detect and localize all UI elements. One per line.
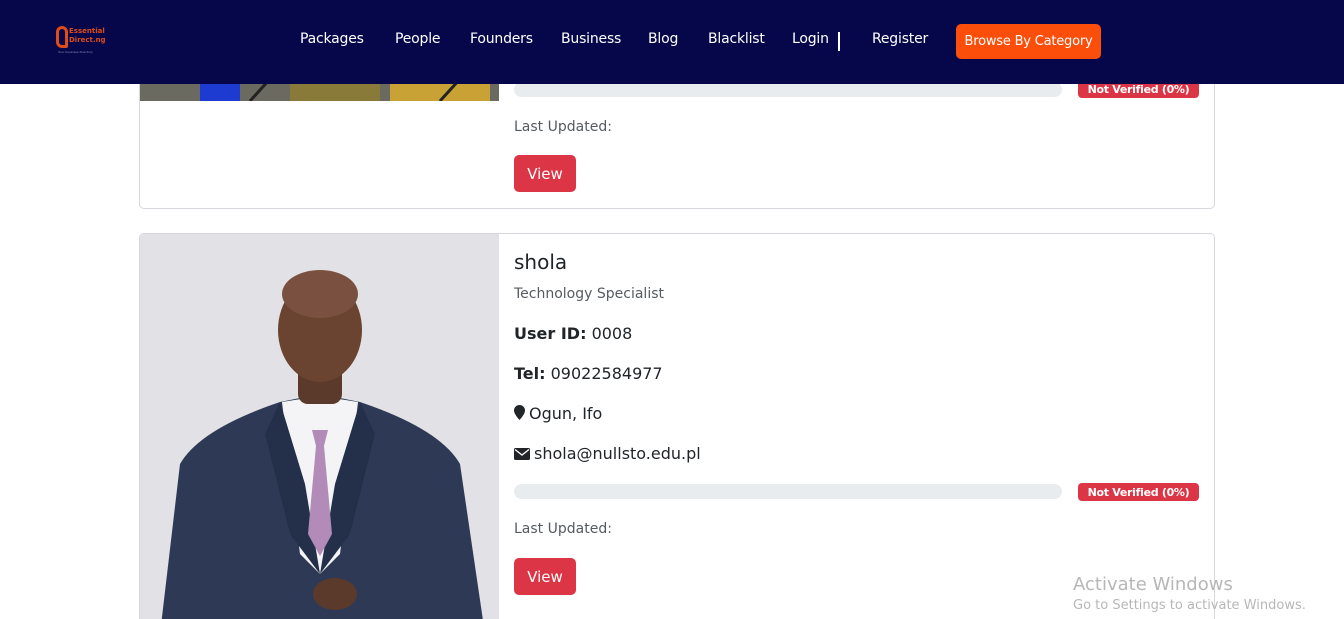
user-id-value: 0008 [591, 324, 633, 343]
last-updated-label: Last Updated: [514, 119, 612, 135]
user-id-label: User ID: [514, 324, 587, 343]
profile-photo-graphic [140, 234, 499, 619]
profile-card: shola Technology Specialist User ID: 000… [139, 233, 1215, 619]
logo-text-2: Direct.ng [69, 36, 106, 44]
nav-link-people[interactable]: People [395, 31, 441, 47]
nav-divider [838, 32, 840, 51]
nav-link-founders[interactable]: Founders [470, 31, 533, 47]
nav-link-login[interactable]: Login [792, 31, 829, 47]
nav-link-blacklist[interactable]: Blacklist [708, 31, 765, 47]
nav-link-business[interactable]: Business [561, 31, 621, 47]
profile-name[interactable]: shola [514, 250, 567, 274]
profile-photo [140, 234, 499, 619]
email-value[interactable]: shola@nullsto.edu.pl [534, 444, 701, 463]
map-marker-icon [514, 405, 525, 420]
tel-value: 09022584977 [550, 364, 663, 383]
logo-mark [56, 26, 68, 48]
nav-link-register[interactable]: Register [872, 31, 928, 47]
activate-windows-subtitle: Go to Settings to activate Windows. [1073, 598, 1306, 613]
email-row: shola@nullsto.edu.pl [514, 444, 701, 463]
user-id-row: User ID: 0008 [514, 324, 632, 343]
nav-link-blog[interactable]: Blog [648, 31, 678, 47]
envelope-icon [514, 448, 530, 460]
browse-by-category-button[interactable]: Browse By Category [956, 24, 1101, 59]
verification-badge: Not Verified (0%) [1078, 483, 1199, 501]
logo-text-1: Essential [69, 27, 105, 35]
site-logo[interactable]: Essential Direct.ng Your business direct… [56, 26, 106, 58]
profile-title: Technology Specialist [514, 286, 664, 302]
activate-windows-title: Activate Windows [1073, 574, 1233, 595]
location-value: Ogun, Ifo [529, 404, 603, 423]
verification-progress-bar [514, 484, 1062, 499]
navbar: Essential Direct.ng Your business direct… [0, 0, 1344, 84]
nav-link-packages[interactable]: Packages [300, 31, 364, 47]
tel-row: Tel: 09022584977 [514, 364, 663, 383]
tel-label: Tel: [514, 364, 546, 383]
verification-progress-bar [514, 82, 1062, 97]
logo-tagline: Your business directory [58, 50, 93, 54]
last-updated-label: Last Updated: [514, 521, 612, 537]
view-button[interactable]: View [514, 558, 576, 595]
view-button[interactable]: View [514, 155, 576, 192]
location-row: Ogun, Ifo [514, 404, 602, 423]
